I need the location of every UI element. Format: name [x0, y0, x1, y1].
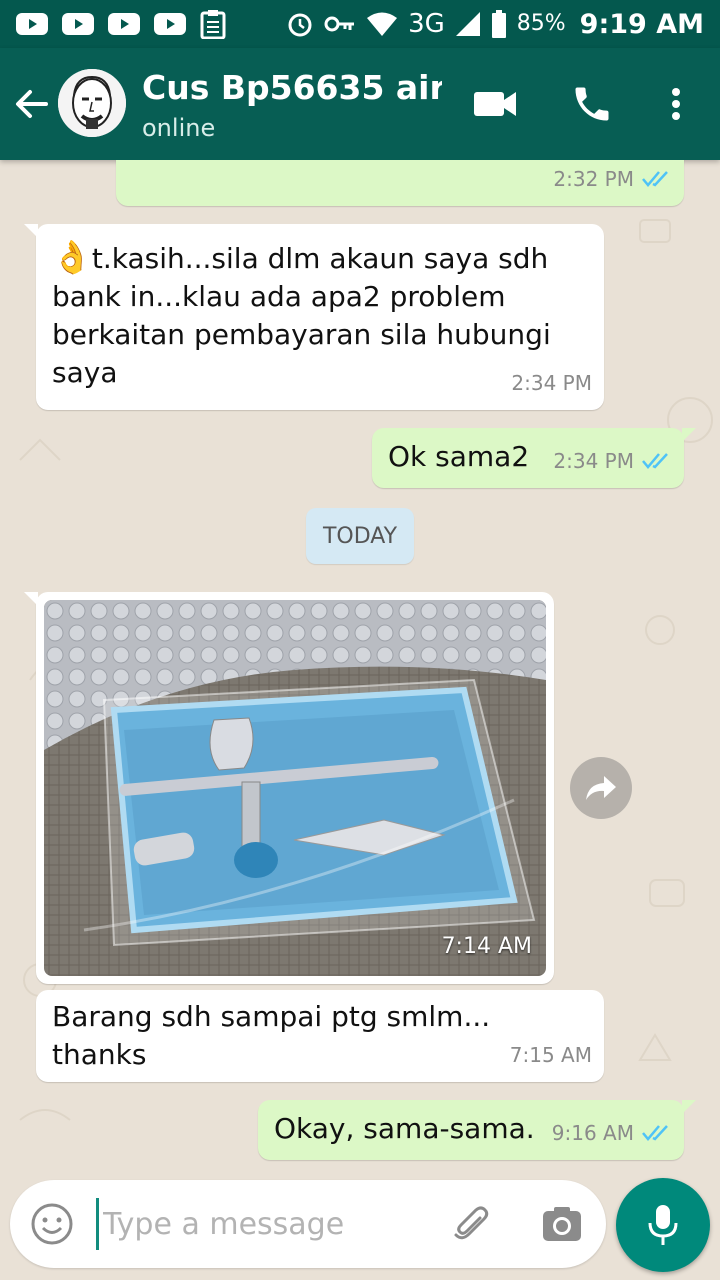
message-incoming[interactable]: 👌t.kasih...sila dlm akaun saya sdh bank …	[24, 224, 604, 410]
key-icon	[324, 16, 355, 32]
message-outgoing[interactable]: 2:32 PM	[116, 160, 684, 206]
message-input[interactable]	[96, 1198, 436, 1250]
message-meta: 7:15 AM	[510, 1036, 592, 1074]
chat-header: Cus Bp56635 air... online	[0, 48, 720, 160]
video-call-button[interactable]	[472, 84, 520, 124]
message-text: Okay, sama-sama.	[274, 1112, 535, 1145]
bubble-tail	[682, 428, 696, 442]
message-time: 2:34 PM	[553, 449, 634, 473]
read-ticks-icon	[642, 453, 668, 469]
message-text: Ok sama2	[388, 440, 530, 473]
youtube-icon	[154, 13, 186, 35]
image-thumbnail[interactable]: 7:14 AM	[44, 600, 546, 976]
contact-avatar[interactable]	[58, 69, 126, 137]
message-image[interactable]: 7:14 AM	[24, 592, 554, 984]
message-text: Barang sdh sampai ptg smlm... thanks	[52, 1000, 491, 1071]
message-meta: 2:34 PM	[511, 364, 592, 402]
youtube-icon	[108, 13, 140, 35]
emoji-button[interactable]	[30, 1202, 74, 1246]
youtube-icon	[62, 13, 94, 35]
read-ticks-icon	[642, 171, 668, 187]
message-incoming[interactable]: Barang sdh sampai ptg smlm... thanks 7:1…	[36, 990, 604, 1082]
bubble-tail	[682, 1100, 696, 1114]
voice-record-button[interactable]	[616, 1178, 710, 1272]
emoji-icon	[31, 1203, 73, 1245]
attach-button[interactable]	[450, 1202, 494, 1246]
avatar	[58, 69, 126, 137]
status-bar: 3G 85% 9:19 AM	[0, 0, 720, 48]
read-ticks-icon	[642, 1125, 668, 1141]
arrow-left-icon	[16, 90, 48, 118]
message-text: t.kasih...sila dlm akaun saya sdh bank i…	[52, 242, 551, 389]
back-button[interactable]	[10, 82, 54, 126]
message-time: 7:15 AM	[509, 1043, 592, 1067]
message-outgoing[interactable]: Okay, sama-sama. 9:16 AM	[258, 1100, 696, 1160]
video-call-icon	[474, 92, 516, 116]
date-divider: TODAY	[306, 508, 414, 564]
signal-icon	[455, 12, 480, 36]
network-type: 3G	[408, 9, 445, 39]
voice-call-button[interactable]	[570, 82, 614, 126]
youtube-icon	[16, 13, 48, 35]
bubble-tail	[24, 592, 38, 606]
bubble-tail	[24, 224, 38, 238]
contact-status: online	[142, 114, 216, 142]
camera-button[interactable]	[540, 1202, 584, 1246]
ok-hand-emoji: 👌	[52, 238, 92, 276]
camera-icon	[543, 1207, 581, 1241]
message-composer	[10, 1180, 606, 1268]
message-time: 9:16 AM	[551, 1121, 634, 1145]
clock: 9:19 AM	[579, 8, 704, 40]
clipboard-icon	[200, 10, 226, 39]
message-time: 2:34 PM	[511, 371, 592, 395]
mic-icon	[648, 1205, 678, 1245]
contact-name[interactable]: Cus Bp56635 air...	[142, 68, 442, 107]
wifi-icon	[367, 12, 398, 36]
message-meta: 2:34 PM	[553, 442, 672, 480]
more-vert-icon	[672, 88, 680, 120]
message-time: 2:32 PM	[553, 167, 634, 191]
battery-icon	[491, 10, 506, 38]
forward-icon	[586, 776, 616, 800]
alarm-icon	[288, 13, 312, 37]
airbrush-photo	[44, 600, 546, 976]
message-meta: 9:16 AM	[552, 1114, 672, 1152]
forward-button[interactable]	[570, 757, 632, 819]
message-outgoing[interactable]: Ok sama2 2:34 PM	[372, 428, 696, 488]
message-body: 👌t.kasih...sila dlm akaun saya sdh bank …	[52, 238, 588, 392]
battery-percent: 85%	[516, 11, 566, 36]
phone-icon	[575, 87, 609, 121]
attach-icon	[454, 1206, 489, 1240]
image-time: 7:14 AM	[441, 934, 532, 959]
more-options-button[interactable]	[660, 82, 692, 126]
message-list[interactable]: 2:32 PM 👌t.kasih...sila dlm akaun saya s…	[0, 160, 720, 1175]
message-meta: 2:32 PM	[553, 160, 672, 198]
